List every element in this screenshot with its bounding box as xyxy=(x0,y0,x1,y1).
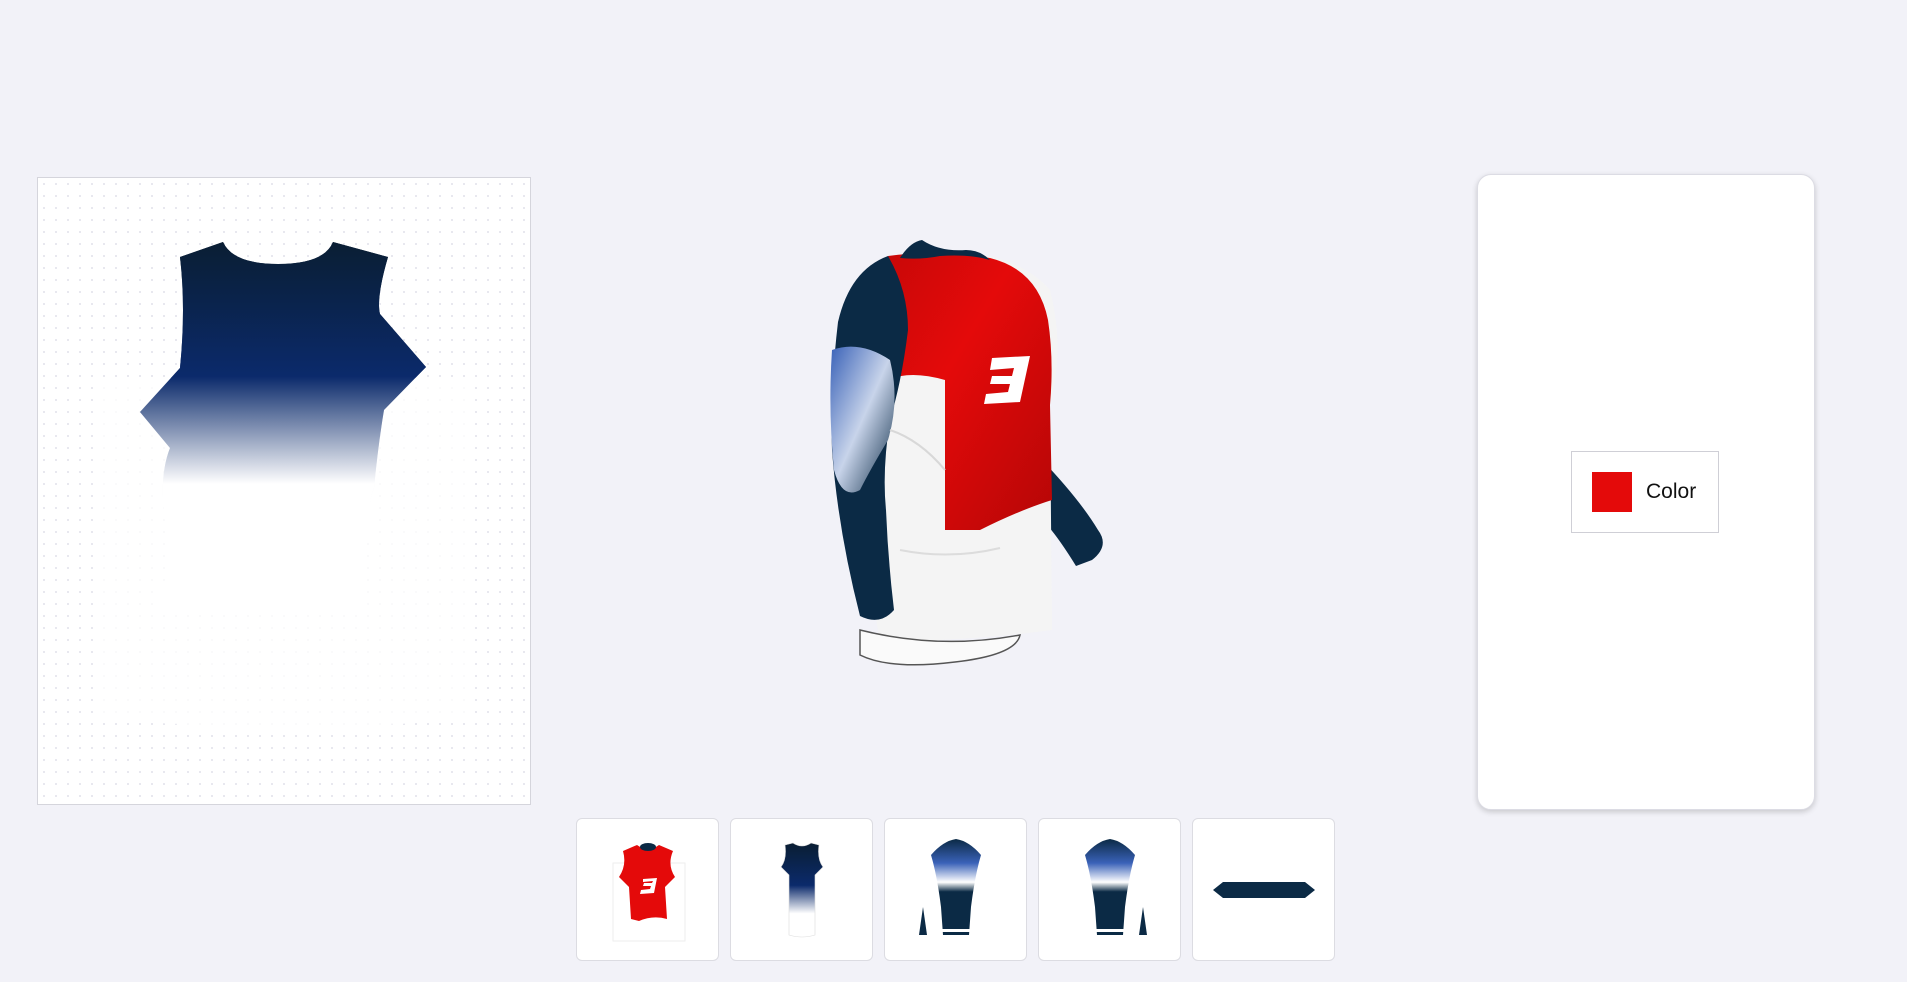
thumbnail-back-panel[interactable] xyxy=(730,818,873,961)
left-sleeve-preview xyxy=(918,838,981,935)
pattern-piece-front-body xyxy=(103,242,468,728)
thumbnail-front-panel[interactable] xyxy=(576,818,719,961)
color-label: Color xyxy=(1646,480,1697,503)
collar-preview xyxy=(1212,881,1315,898)
thumbnail-left-sleeve[interactable] xyxy=(884,818,1027,961)
thumbnail-collar[interactable] xyxy=(1192,818,1335,961)
pattern-canvas[interactable] xyxy=(37,177,531,805)
jersey-model xyxy=(830,240,1103,666)
front-panel-preview xyxy=(612,842,685,941)
right-sleeve-preview xyxy=(1084,838,1147,935)
thumbnail-right-sleeve[interactable] xyxy=(1038,818,1181,961)
jersey-3d-preview[interactable] xyxy=(780,230,1160,680)
back-panel-preview xyxy=(780,842,823,937)
color-picker-field[interactable]: Color xyxy=(1571,451,1719,533)
properties-panel: Color xyxy=(1477,174,1815,810)
pattern-piece-thumbnails xyxy=(576,818,1335,962)
color-swatch[interactable] xyxy=(1592,472,1632,512)
